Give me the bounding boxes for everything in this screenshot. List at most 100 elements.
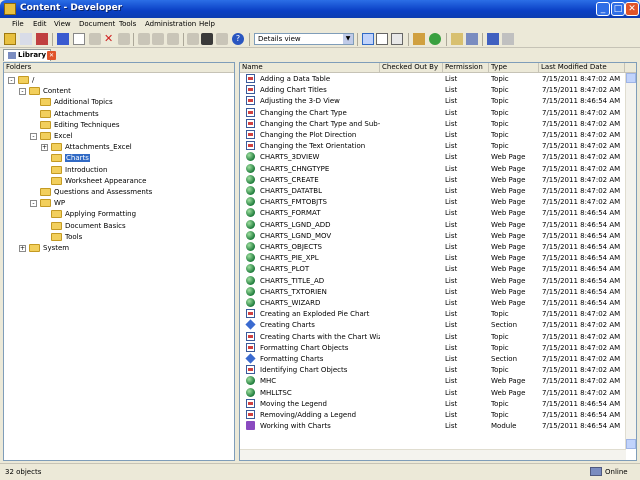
list-item[interactable]: Adding Chart Titles List Topic 7/15/2011 8:… xyxy=(240,85,624,96)
list-item[interactable]: CHARTS_CHNGTYPE List Web Page 7/15/2011 8:4… xyxy=(240,163,624,175)
help-icon[interactable]: ? xyxy=(232,33,244,45)
outdent-icon[interactable] xyxy=(152,33,164,45)
menu-document[interactable]: Document xyxy=(79,20,115,28)
menu-view[interactable]: View xyxy=(54,20,71,28)
list-item[interactable]: CHARTS_OBJECTS List Web Page 7/15/2011 8:46… xyxy=(240,242,624,253)
list-item[interactable]: Moving the Legend List Topic 7/15/2011 8:46… xyxy=(240,398,624,410)
check-out-icon[interactable] xyxy=(487,33,499,45)
list-item[interactable]: Adding a Data Table List Topic 7/15/2011 8:… xyxy=(240,74,624,85)
menu-file[interactable]: File xyxy=(12,20,24,28)
replace-icon[interactable] xyxy=(216,33,228,45)
list-item[interactable]: Adjusting the 3-D View List Topic 7/15/2011… xyxy=(240,96,624,107)
split-view-icon[interactable] xyxy=(376,33,388,45)
list-item[interactable]: CHARTS_PLOT List Web Page 7/15/2011 8:46:54… xyxy=(240,264,624,275)
close-tab-icon[interactable]: ✕ xyxy=(47,51,56,60)
collapse-icon[interactable]: - xyxy=(8,77,15,84)
list-item[interactable]: Changing the Chart Type List Topic 7/15/201… xyxy=(240,107,624,119)
list-item[interactable]: MHC List Web Page 7/15/2011 8:47:02 AM xyxy=(240,376,624,387)
tree-node[interactable]: Charts xyxy=(51,153,90,164)
col-name[interactable]: Name xyxy=(240,63,380,73)
horizontal-scrollbar[interactable] xyxy=(240,449,626,460)
list-item[interactable]: CHARTS_TXTORIEN List Web Page 7/15/2011 8:4… xyxy=(240,286,624,298)
maximize-button[interactable]: □ xyxy=(611,2,625,16)
chevron-down-icon[interactable]: ▼ xyxy=(343,34,353,44)
list-item[interactable]: Changing the Chart Type and Sub-t... List… xyxy=(240,118,624,130)
find-icon[interactable] xyxy=(201,33,213,45)
scroll-up-icon[interactable] xyxy=(626,73,636,83)
columns-icon[interactable] xyxy=(391,33,403,45)
delete-icon[interactable] xyxy=(36,33,48,45)
tab-library[interactable]: Library xyxy=(3,49,52,61)
list-item[interactable]: Removing/Adding a Legend List Topic 7/15/20… xyxy=(240,410,624,421)
col-type[interactable]: Type xyxy=(489,63,539,73)
list-item[interactable]: CHARTS_PIE_XPL List Web Page 7/15/2011 8:46… xyxy=(240,253,624,264)
list-item[interactable]: Creating Charts List Section 7/15/2011 8:47… xyxy=(240,319,624,331)
tree-node[interactable]: + Attachments_Excel xyxy=(41,142,132,153)
move-up-icon[interactable] xyxy=(187,33,199,45)
tree-node[interactable]: Worksheet Appearance xyxy=(51,176,146,187)
collapse-icon[interactable]: - xyxy=(30,200,37,208)
list-item[interactable]: CHARTS_WIZARD List Web Page 7/15/2011 8:46:… xyxy=(240,298,624,309)
details-view-icon[interactable] xyxy=(362,33,374,45)
menu-tools[interactable]: Tools xyxy=(119,20,136,28)
vertical-scrollbar[interactable] xyxy=(625,73,636,449)
tree-node[interactable]: Document Basics xyxy=(51,221,126,232)
list-item[interactable]: CHARTS_3DVIEW List Web Page 7/15/2011 8:47:… xyxy=(240,152,624,163)
close-button[interactable]: ✕ xyxy=(625,2,639,16)
tree-node[interactable]: - Content xyxy=(19,86,71,97)
collapse-icon[interactable]: - xyxy=(19,88,26,96)
list-item[interactable]: CHARTS_FORMAT List Web Page 7/15/2011 8:46:… xyxy=(240,208,624,219)
menu-help[interactable]: Help xyxy=(199,20,215,28)
list-item[interactable]: CHARTS_TITLE_AD List Web Page 7/15/2011 8:4… xyxy=(240,275,624,287)
list-item[interactable]: CHARTS_LGND_MOV List Web Page 7/15/2011 8:4… xyxy=(240,230,624,242)
col-permission[interactable]: Permission xyxy=(443,63,489,73)
tree-node[interactable]: Editing Techniques xyxy=(40,120,120,131)
tree-node[interactable]: Attachments xyxy=(40,109,99,120)
list-item[interactable]: Identifying Chart Objects List Topic 7/15/2… xyxy=(240,365,624,376)
tree-node[interactable]: Additional Topics xyxy=(40,97,113,108)
col-last-modified[interactable]: Last Modified Date xyxy=(539,63,625,73)
list-item[interactable]: Formatting Chart Objects List Topic 7/15/20… xyxy=(240,342,624,354)
list-item[interactable]: Working with Charts List Module 7/15/2011 8… xyxy=(240,421,624,432)
up-folder-icon[interactable] xyxy=(451,33,463,45)
minimize-button[interactable]: _ xyxy=(596,2,610,16)
list-item[interactable]: Changing the Plot Direction List Topic 7/15… xyxy=(240,130,624,141)
list-item[interactable]: CHARTS_LGND_ADD List Web Page 7/15/2011 8:4… xyxy=(240,219,624,231)
expand-icon[interactable]: + xyxy=(41,144,48,152)
tree-node[interactable]: Introduction xyxy=(51,165,107,176)
indent-icon[interactable] xyxy=(167,33,179,45)
undo-icon[interactable] xyxy=(118,33,130,45)
tree-node[interactable]: Tools xyxy=(51,232,82,243)
scroll-down-icon[interactable] xyxy=(626,439,636,449)
menu-administration[interactable]: Administration xyxy=(145,20,196,28)
cut-icon[interactable] xyxy=(57,33,69,45)
new-icon[interactable] xyxy=(4,33,16,45)
col-checked-out-by[interactable]: Checked Out By xyxy=(380,63,443,73)
list-item[interactable]: CHARTS_FMTOBJTS List Web Page 7/15/2011 8:4… xyxy=(240,197,624,208)
properties-icon[interactable] xyxy=(20,33,32,45)
tree-node[interactable]: - / xyxy=(8,75,34,86)
refresh-icon[interactable] xyxy=(429,33,441,45)
redo-icon[interactable] xyxy=(138,33,150,45)
list-item[interactable]: CHARTS_CREATE List Web Page 7/15/2011 8:47:… xyxy=(240,174,624,186)
tree-node[interactable]: Applying Formatting xyxy=(51,209,136,220)
check-in-icon[interactable] xyxy=(502,33,514,45)
outline-icon[interactable] xyxy=(413,33,425,45)
view-select[interactable]: Details view ▼ xyxy=(254,33,354,45)
remove-icon[interactable]: ✕ xyxy=(104,33,116,45)
collapse-icon[interactable]: - xyxy=(30,133,37,140)
tree-node[interactable]: + System xyxy=(19,243,69,254)
list-item[interactable]: Formatting Charts List Section 7/15/2011 8:… xyxy=(240,353,624,365)
list-item[interactable]: CHARTS_DATATBL List Web Page 7/15/2011 8:47… xyxy=(240,186,624,197)
expand-icon[interactable]: + xyxy=(19,245,26,252)
paste-icon[interactable] xyxy=(89,33,101,45)
list-item[interactable]: Changing the Text Orientation List Topic 7/… xyxy=(240,141,624,152)
tree-node[interactable]: - WP xyxy=(30,198,65,209)
publish-icon[interactable] xyxy=(466,33,478,45)
tree-node[interactable]: Questions and Assessments xyxy=(40,187,152,198)
menu-edit[interactable]: Edit xyxy=(33,20,47,28)
tree-node[interactable]: - Excel xyxy=(30,131,73,142)
list-item[interactable]: Creating Charts with the Chart Wizard Lis… xyxy=(240,331,624,343)
copy-icon[interactable] xyxy=(73,33,85,45)
list-item[interactable]: Creating an Exploded Pie Chart List Topic 7… xyxy=(240,309,624,320)
